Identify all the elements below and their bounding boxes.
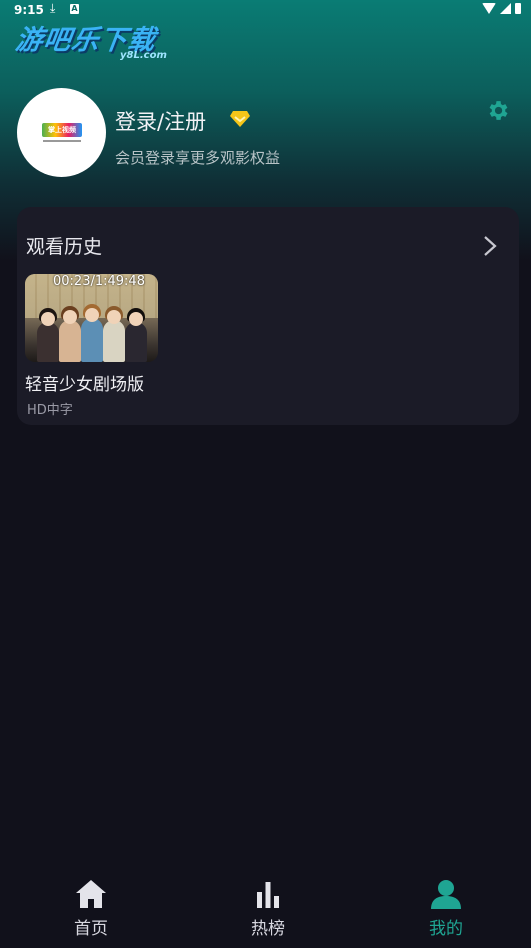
chevron-right-icon[interactable] xyxy=(483,235,497,257)
signal-icon xyxy=(500,3,511,14)
nav-label-mine: 我的 xyxy=(429,919,463,939)
avatar[interactable]: 掌上视频 xyxy=(17,88,106,177)
bottom-nav: 首页 热榜 我的 xyxy=(0,868,531,948)
member-tip: 会员登录享更多观影权益 xyxy=(115,149,281,167)
chart-icon xyxy=(257,882,279,908)
nav-label-hot: 热榜 xyxy=(251,919,285,939)
watermark-sub: y8L.com xyxy=(120,50,167,61)
battery-icon xyxy=(515,3,521,14)
history-item-title[interactable]: 轻音少女剧场版 xyxy=(25,370,144,395)
watch-progress: 00:23/1:49:48 xyxy=(53,274,145,289)
login-register-link[interactable]: 登录/注册 xyxy=(115,106,206,136)
status-time: 9:15 xyxy=(14,3,44,17)
download-icon: ⤓ xyxy=(50,1,56,15)
nav-item-hot[interactable]: 热榜 xyxy=(228,878,308,939)
watermark-logo: 游吧乐下载 y8L.com xyxy=(13,18,166,61)
watch-history-card: 观看历史 00:23/1:49:48 轻音少女剧场版 HD中字 xyxy=(17,207,519,425)
vip-diamond-icon xyxy=(230,111,250,127)
notification-icon: A xyxy=(70,4,79,14)
settings-gear-icon[interactable] xyxy=(485,98,510,123)
logo-divider xyxy=(43,140,81,142)
nav-item-home[interactable]: 首页 xyxy=(51,878,131,939)
history-title: 观看历史 xyxy=(26,236,103,258)
nav-label-home: 首页 xyxy=(74,919,108,939)
quality-badge: HD中字 xyxy=(27,403,73,418)
home-icon xyxy=(76,880,106,908)
nav-item-mine[interactable]: 我的 xyxy=(406,878,486,939)
app-logo-icon: 掌上视频 xyxy=(42,123,82,137)
user-icon xyxy=(431,880,461,909)
wifi-icon xyxy=(482,3,496,14)
